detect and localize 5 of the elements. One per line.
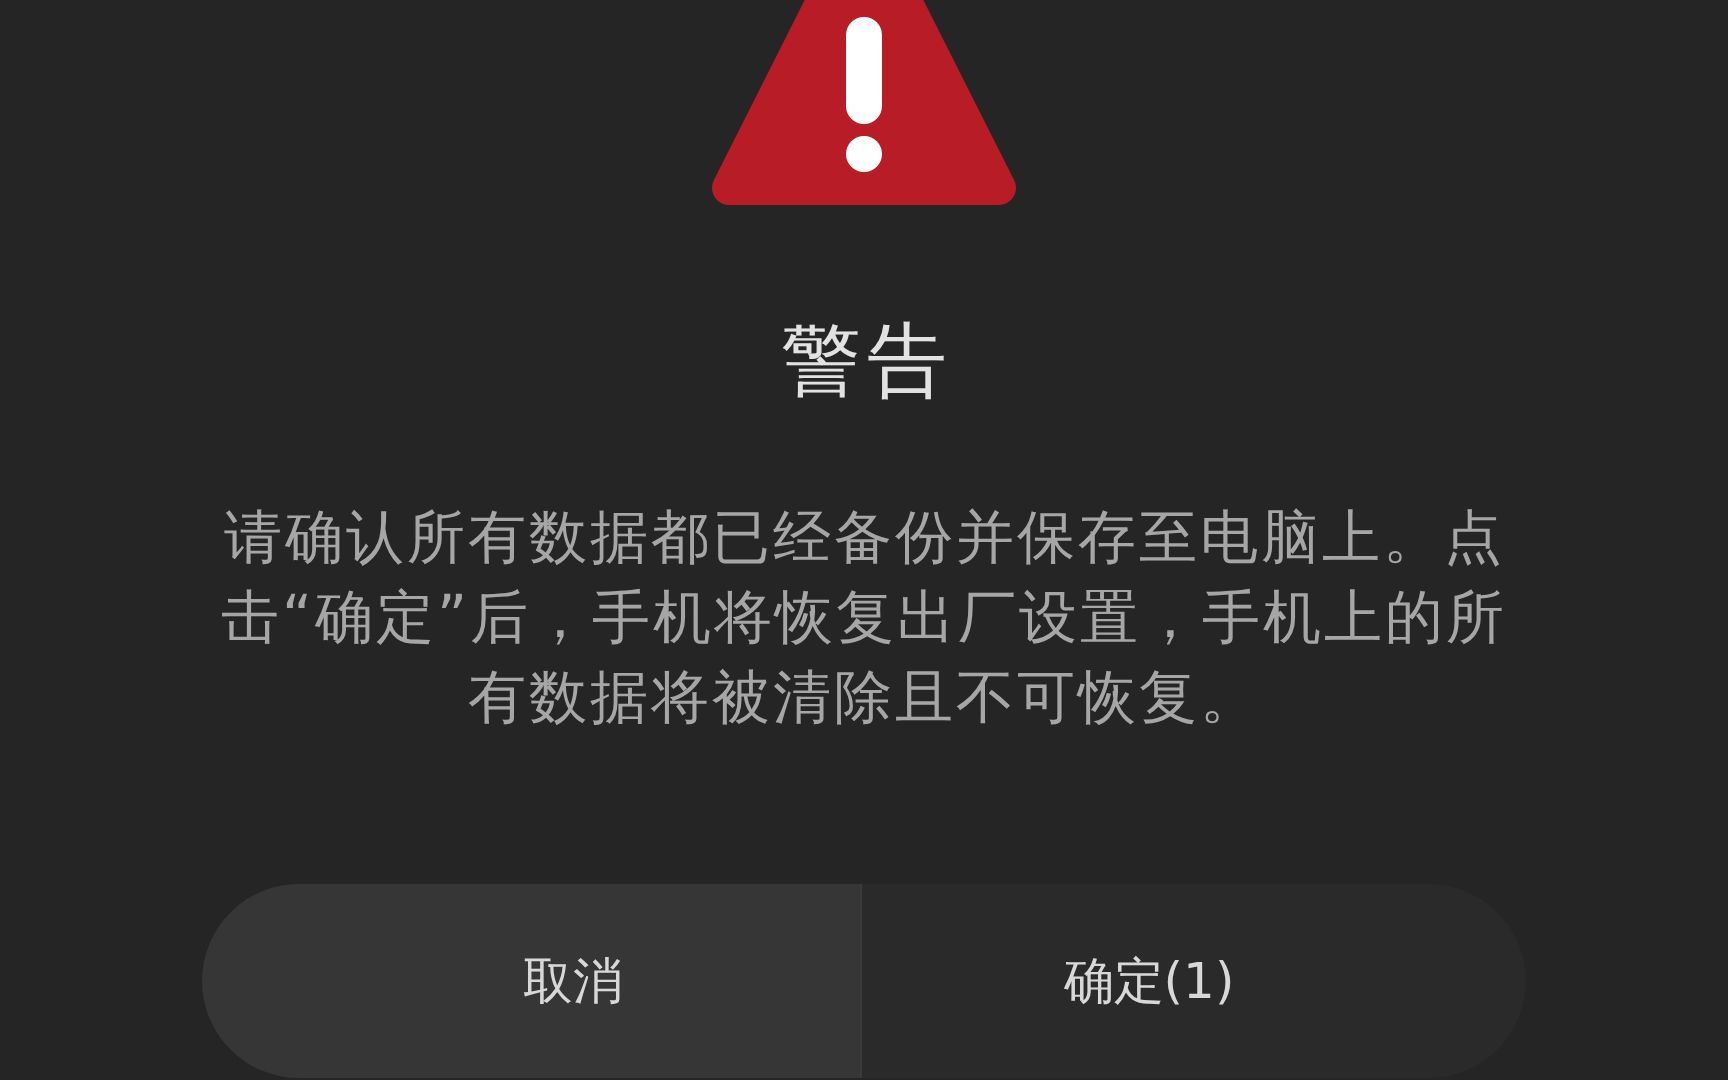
dialog-message: 请确认所有数据都已经备份并保存至电脑上。点击“确定”后，手机将恢复出厂设置，手机上的所有数据将被清除且不可恢复。 [219, 502, 1509, 733]
cancel-button[interactable]: 取消 [202, 884, 862, 1078]
warning-icon [709, 0, 1019, 206]
dialog-title: 警告 [780, 321, 953, 401]
confirm-button[interactable]: 确定(1) [862, 884, 1526, 1078]
